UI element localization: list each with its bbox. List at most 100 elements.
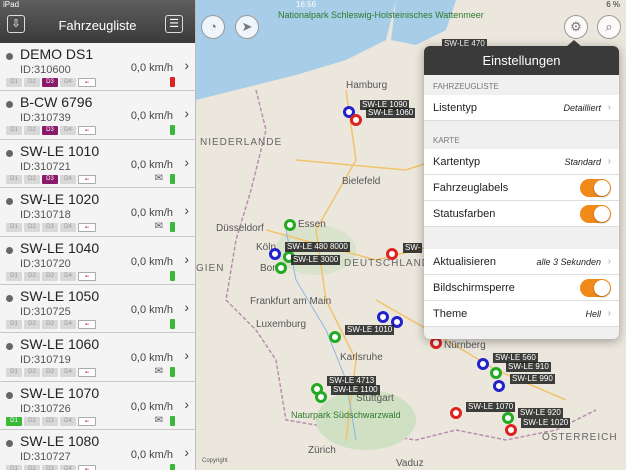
setting-kartentyp[interactable]: Kartentyp Standard › (424, 149, 619, 175)
setting-label: Kartentyp (433, 156, 481, 168)
digital-input-indicator: D1 (6, 368, 22, 378)
setting-fahrzeuglabels: Fahrzeuglabels (424, 175, 619, 201)
vehicle-name: SW-LE 1080 (20, 433, 100, 450)
io-indicators: D1D2D3D4▪▫ (6, 271, 96, 281)
status-dot (6, 440, 13, 448)
status-dot (6, 294, 13, 302)
map-label-oesterreich: ÖSTERREICH (542, 432, 618, 443)
vehicle-speed: 0,0 km/h (130, 449, 173, 462)
vehicle-list-item[interactable]: B-CW 6796 ID:310739 0,0 km/h › D1 D2 D3 D4 ▪… (0, 91, 195, 140)
vehicle-marker[interactable] (350, 114, 362, 126)
battery-icon (170, 77, 175, 87)
vehicle-marker[interactable] (275, 262, 287, 274)
vehicle-tag[interactable]: SW- (403, 243, 423, 253)
digital-input-indicator: D4 (60, 78, 76, 87)
vehicle-marker[interactable] (505, 424, 517, 436)
compass-icon[interactable]: ◔ (201, 15, 225, 39)
chevron-right-icon: › (184, 153, 189, 170)
battery-icon (170, 318, 175, 329)
vehicle-marker[interactable] (490, 367, 502, 379)
vehicle-list-item[interactable]: SW-LE 1050 ID:310725 0,0 km/h › D1 D2 D3 D4… (0, 284, 195, 334)
setting-aktualisieren[interactable]: Aktualisieren alle 3 Sekunden › (424, 249, 619, 275)
vehicle-list-item[interactable]: SW-LE 1020 ID:310718 0,0 km/h › D1 D2 D3 D4… (0, 188, 195, 237)
digital-input-indicator: D3 (42, 465, 58, 470)
vehicle-name: SW-LE 1010 (20, 142, 100, 159)
vehicle-tag[interactable]: SW-LE 480 8000 (285, 242, 350, 252)
menu-icon[interactable]: ☰ (165, 15, 183, 33)
digital-input-indicator: D4 (60, 368, 76, 378)
vehicle-marker[interactable] (386, 248, 398, 260)
search-icon[interactable]: ⌕ (597, 15, 621, 39)
chevron-right-icon: › (184, 250, 189, 267)
io-indicators: D1D2D3D4▪▫ (6, 126, 96, 136)
vehicle-marker[interactable] (284, 219, 296, 231)
vehicle-list-item[interactable]: SW-LE 1060 ID:310719 0,0 km/h › D1 D2 D3 D4… (0, 333, 195, 382)
setting-value: Detailliert (563, 103, 601, 113)
section-header-map: KARTE (433, 136, 460, 145)
vehicle-tag[interactable]: SW-LE 3000 (291, 255, 341, 265)
vehicle-tag[interactable]: SW-LE 1070 (466, 402, 516, 412)
vehicle-list-item[interactable]: SW-LE 1040 ID:310720 0,0 km/h › D1 D2 D3 D4… (0, 236, 195, 285)
setting-value: Hell (585, 309, 601, 319)
chevron-right-icon: › (607, 102, 611, 113)
vehicle-tag[interactable]: SW-LE 1020 (521, 418, 571, 428)
setting-theme[interactable]: Theme Hell › (424, 301, 619, 327)
vehicle-id: ID:310720 (20, 257, 71, 270)
vehicle-tag[interactable]: SW-LE 990 (510, 374, 555, 384)
chevron-right-icon: › (607, 256, 611, 267)
settings-popover: Einstellungen FAHRZEUGLISTE Listentyp De… (424, 46, 619, 339)
chevron-right-icon: › (184, 105, 189, 122)
status-dot (6, 246, 13, 254)
vehicle-name: SW-LE 1050 (20, 287, 100, 304)
location-icon[interactable]: ➤ (235, 15, 259, 39)
bildschirmsperre-toggle[interactable] (580, 279, 611, 297)
io-indicators: D1D2D3D4▪▫ (6, 319, 96, 329)
vehicle-list-item[interactable]: SW-LE 1070 ID:310726 0,0 km/h › D1 D2 D3 D4… (0, 381, 195, 431)
fahrzeuglabels-toggle[interactable] (580, 179, 611, 197)
battery-icon (170, 173, 175, 184)
vehicle-tag[interactable]: SW-LE 1100 (331, 385, 380, 395)
setting-statusfarben: Statusfarben (424, 201, 619, 227)
vehicle-marker[interactable] (315, 391, 327, 403)
digital-input-indicator: D4 (60, 319, 76, 329)
setting-label: Listentyp (433, 102, 478, 114)
vehicle-marker[interactable] (477, 358, 489, 370)
map-label-frankfurt: Frankfurt am Main (250, 296, 332, 307)
battery-icon (170, 125, 175, 136)
status-bar: iPad 16:56 6 % (0, 0, 626, 10)
vehicle-marker[interactable] (450, 407, 462, 419)
digital-input-indicator: D1 (6, 78, 22, 87)
vehicle-marker[interactable] (493, 380, 505, 392)
vehicle-marker[interactable] (377, 311, 389, 323)
digital-input-indicator: D1 (6, 465, 22, 470)
map-label-hamburg: Hamburg (346, 80, 388, 91)
vehicle-marker[interactable] (502, 412, 514, 424)
vehicle-speed: 0,0 km/h (130, 158, 173, 171)
digital-input-indicator: D3 (42, 271, 58, 281)
digital-input-indicator: D2 (24, 416, 40, 426)
vehicle-tag[interactable]: SW-LE 1010 (345, 325, 395, 335)
vehicle-list-item[interactable]: DEMO DS1 ID:310600 0,0 km/h › D1 D2 D3 D4 ▪▫ (0, 43, 195, 92)
vehicle-tag[interactable]: SW-LE 920 (518, 408, 563, 418)
map-label-gien: GIEN (196, 263, 225, 274)
vehicle-name: SW-LE 1070 (20, 384, 100, 401)
chevron-right-icon: › (184, 57, 189, 73)
digital-input-indicator: D1 (6, 126, 22, 136)
vehicle-tag[interactable]: SW-LE 910 (506, 362, 551, 372)
settings-title: Einstellungen (424, 46, 619, 75)
vehicle-marker[interactable] (269, 248, 281, 260)
message-icon: ✉ (154, 221, 163, 233)
statusfarben-toggle[interactable] (580, 205, 611, 223)
vehicle-list-item[interactable]: SW-LE 1010 ID:310721 0,0 km/h › D1 D2 D3 D4… (0, 139, 195, 189)
vehicle-id: ID:310721 (20, 160, 71, 173)
vehicle-list-item[interactable]: SW-LE 1080 ID:310727 0,0 km/h › D1 D2 D3 D4… (0, 430, 195, 470)
status-dot (6, 53, 13, 60)
vehicle-id: ID:310718 (20, 209, 71, 222)
vehicle-tag[interactable]: SW-LE 1060 (366, 108, 416, 118)
setting-label: Aktualisieren (433, 256, 496, 268)
setting-listentyp[interactable]: Listentyp Detailliert › (424, 95, 619, 121)
vehicle-marker[interactable] (329, 331, 341, 343)
map-label-karlsruhe: Karlsruhe (340, 352, 383, 363)
settings-gear-icon[interactable]: ⚙ (564, 15, 588, 39)
driver-card-icon: ▪▫ (78, 416, 96, 426)
